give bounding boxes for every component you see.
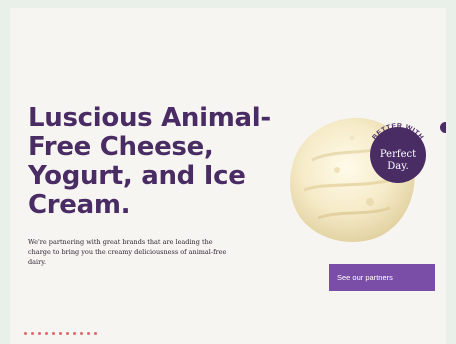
hero-description: We're partnering with great brands that … bbox=[28, 238, 227, 266]
decorative-dot bbox=[440, 122, 446, 133]
decorative-dot-row bbox=[24, 332, 97, 338]
badge-logo-line1: Perfect bbox=[379, 149, 417, 160]
see-partners-button[interactable]: See our partners bbox=[329, 264, 435, 291]
hero-section: Luscious Animal-Free Cheese, Yogurt, and… bbox=[10, 8, 446, 344]
hero-headline: Luscious Animal-Free Cheese, Yogurt, and… bbox=[28, 103, 271, 220]
badge-logo-line2: Day. bbox=[387, 161, 409, 172]
perfect-day-badge: BETTER WITH Perfect Day. bbox=[363, 120, 433, 190]
